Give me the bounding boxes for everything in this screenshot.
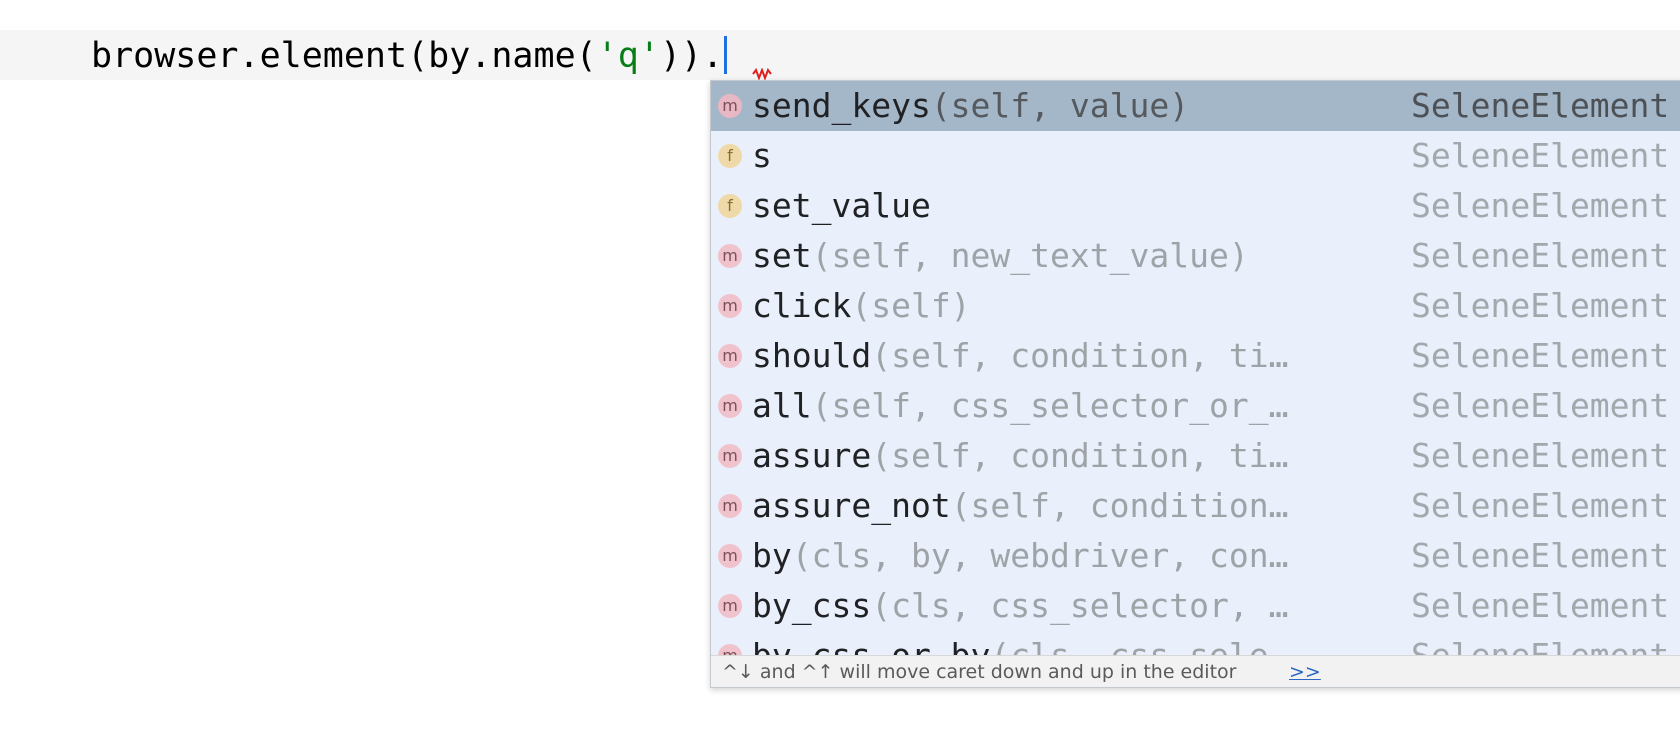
- completion-item-name: set: [752, 236, 812, 275]
- error-squiggle-icon: [752, 68, 772, 80]
- completion-item-type: SeleneElement: [1411, 436, 1670, 475]
- field-kind-icon: f: [718, 194, 742, 218]
- completion-item-label: by_css(cls, css_selector, …: [752, 581, 1288, 631]
- text-caret: [724, 36, 728, 74]
- completion-item-type: SeleneElement: [1411, 186, 1670, 225]
- method-kind-icon: m: [718, 94, 742, 118]
- code-text[interactable]: browser.element(by.name('q')).: [91, 34, 728, 78]
- completion-item-name: click: [752, 286, 852, 325]
- completion-item[interactable]: m all(self, css_selector_or_… SeleneElemen…: [711, 381, 1680, 431]
- footer-hint: ^↓ and ^↑ will move caret down and up in…: [722, 661, 1237, 683]
- completion-item[interactable]: f set_value SeleneElement: [711, 181, 1680, 231]
- completion-item-label: click(self): [752, 281, 971, 331]
- completion-item-signature: (self, new_text_value): [811, 236, 1249, 275]
- completion-item-signature: (cls, css_selector, …: [871, 586, 1289, 625]
- completion-item-label: set_value: [752, 181, 931, 231]
- completion-item[interactable]: m assure(self, condition, ti… SeleneElemen…: [711, 431, 1680, 481]
- completion-item-type: SeleneElement: [1411, 86, 1670, 125]
- completion-item-name: send_keys: [752, 86, 931, 125]
- completion-item-label: by(cls, by, webdriver, con…: [752, 531, 1288, 581]
- completion-item-label: s: [752, 131, 772, 181]
- completion-item-type: SeleneElement: [1411, 286, 1670, 325]
- completion-item[interactable]: f s SeleneElement: [711, 131, 1680, 181]
- completion-item-name: by: [752, 536, 792, 575]
- completion-item[interactable]: m by_css(cls, css_selector, … SeleneElemen…: [711, 581, 1680, 631]
- footer-more-link[interactable]: >>: [1289, 656, 1321, 687]
- completion-item-type: SeleneElement: [1411, 386, 1670, 425]
- method-kind-icon: m: [718, 394, 742, 418]
- completion-item-signature: (self, css_selector_or_…: [811, 386, 1289, 425]
- completion-item-signature: (cls, by, webdriver, con…: [791, 536, 1289, 575]
- completion-item-signature: (self, value): [930, 86, 1190, 125]
- completion-item-signature: (self, condition…: [950, 486, 1289, 525]
- completion-item[interactable]: m click(self) SeleneElement: [711, 281, 1680, 331]
- field-kind-icon: f: [718, 144, 742, 168]
- completion-item-signature: (cls, css_sele…: [990, 636, 1288, 655]
- completion-item-label: set(self, new_text_value): [752, 231, 1249, 281]
- completion-item-label: all(self, css_selector_or_…: [752, 381, 1288, 431]
- completion-item-type: SeleneElement: [1411, 536, 1670, 575]
- completion-item-label: should(self, condition, ti…: [752, 331, 1288, 381]
- completion-item-label: send_keys(self, value): [752, 81, 1189, 131]
- completion-item-name: assure_not: [752, 486, 951, 525]
- completion-item-name: set_value: [752, 186, 931, 225]
- completion-popup[interactable]: m send_keys(self, value) SeleneElement f s Se…: [710, 80, 1680, 688]
- completion-item-type: SeleneElement: [1411, 631, 1669, 655]
- code-editor[interactable]: browser.element(by.name('q')). m send_key…: [0, 0, 1680, 750]
- completion-item-type: SeleneElement: [1411, 336, 1670, 375]
- method-kind-icon: m: [718, 644, 742, 655]
- completion-item-type: SeleneElement: [1411, 136, 1670, 175]
- completion-item-name: by_css: [752, 586, 872, 625]
- completion-item[interactable]: m send_keys(self, value) SeleneElement: [711, 81, 1680, 131]
- completion-item-name: s: [752, 136, 772, 175]
- completion-footer: ^↓ and ^↑ will move caret down and up in…: [711, 655, 1680, 687]
- completion-item-name: should: [752, 336, 872, 375]
- completion-item[interactable]: m by_css_or_by(cls, css_sele… SeleneElemen…: [711, 631, 1680, 655]
- completion-list[interactable]: m send_keys(self, value) SeleneElement f s Se…: [711, 81, 1680, 655]
- method-kind-icon: m: [718, 244, 742, 268]
- method-kind-icon: m: [718, 544, 742, 568]
- method-kind-icon: m: [718, 294, 742, 318]
- method-kind-icon: m: [718, 344, 742, 368]
- completion-item-name: by_css_or_by: [752, 636, 990, 655]
- completion-item[interactable]: m set(self, new_text_value) SeleneElement: [711, 231, 1680, 281]
- code-suffix: )).: [659, 36, 724, 76]
- completion-item-label: assure(self, condition, ti…: [752, 431, 1288, 481]
- completion-item-type: SeleneElement: [1411, 586, 1670, 625]
- method-kind-icon: m: [718, 444, 742, 468]
- current-code-line[interactable]: browser.element(by.name('q')).: [0, 30, 1680, 80]
- completion-item[interactable]: m by(cls, by, webdriver, con… SeleneElemen…: [711, 531, 1680, 581]
- completion-item[interactable]: m should(self, condition, ti… SeleneElemen…: [711, 331, 1680, 381]
- completion-item-name: assure: [752, 436, 872, 475]
- completion-item-type: SeleneElement: [1411, 236, 1670, 275]
- method-kind-icon: m: [718, 494, 742, 518]
- completion-item-type: SeleneElement: [1411, 486, 1670, 525]
- completion-item-label: by_css_or_by(cls, css_sele…: [752, 631, 1288, 655]
- completion-item[interactable]: m assure_not(self, condition… SeleneElemen…: [711, 481, 1680, 531]
- completion-item-label: assure_not(self, condition…: [752, 481, 1288, 531]
- completion-item-signature: (self, condition, ti…: [871, 336, 1289, 375]
- completion-item-name: all: [752, 386, 812, 425]
- code-prefix: browser.element(by.name(: [91, 36, 597, 76]
- completion-item-signature: (self): [851, 286, 971, 325]
- string-literal: 'q': [596, 36, 660, 76]
- method-kind-icon: m: [718, 594, 742, 618]
- completion-item-signature: (self, condition, ti…: [871, 436, 1289, 475]
